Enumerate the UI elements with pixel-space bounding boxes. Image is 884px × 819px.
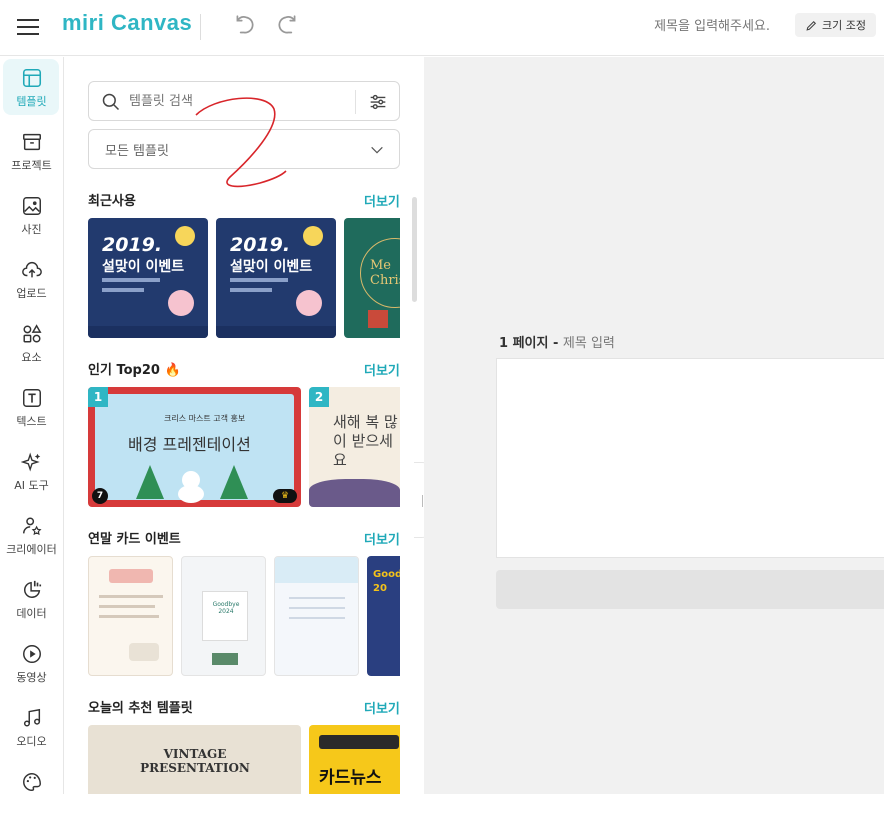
sidebar-item-data[interactable]: 데이터 — [0, 569, 63, 627]
archive-icon — [22, 133, 41, 151]
template-thumb[interactable]: Me Chris — [344, 218, 400, 338]
thumb-title: VINTAGE PRESENTATION — [140, 747, 250, 775]
select-value: 모든 템플릿 — [105, 144, 169, 159]
creator-icon — [22, 517, 42, 536]
more-link-yearend[interactable]: 더보기 — [364, 529, 400, 548]
sidebar-item-text[interactable]: 텍스트 — [0, 377, 63, 435]
elements-icon — [22, 324, 42, 343]
title-input[interactable] — [600, 15, 770, 37]
thumb-year: 2019. — [102, 234, 163, 256]
template-filter-select[interactable]: 모든 템플릿 — [88, 129, 400, 169]
panel-scrollbar[interactable] — [412, 197, 417, 302]
sidebar-item-label: 데이터 — [16, 607, 47, 620]
search-input[interactable] — [129, 91, 349, 111]
template-thumb[interactable]: 2019. 설맞이 이벤트 — [216, 218, 336, 338]
top-bar: miri Canvas 크기 조정 — [0, 0, 884, 56]
thumb-title: 설맞이 이벤트 — [102, 259, 185, 275]
chart-icon — [23, 580, 41, 598]
crown-icon: ♛ — [273, 489, 297, 503]
music-icon — [23, 708, 40, 727]
sidebar-item-elements[interactable]: 요소 — [0, 313, 63, 371]
template-thumb[interactable]: Good 20 — [367, 556, 400, 676]
template-icon — [22, 68, 41, 88]
more-link-recent[interactable]: 더보기 — [364, 191, 400, 210]
more-link-popular[interactable]: 더보기 — [364, 360, 400, 379]
thumb-title: Me Chris — [370, 258, 400, 288]
sidebar-item-label: 요소 — [21, 351, 42, 364]
template-thumb[interactable]: 1 크리스 마스트 고객 홍보 배경 프레젠테이션 7 ♛ — [88, 387, 301, 507]
thumb-title: 설맞이 이벤트 — [230, 259, 313, 275]
chevron-down-icon — [371, 146, 383, 154]
design-page[interactable] — [496, 358, 884, 558]
sidebar-item-project[interactable]: 프로젝트 — [0, 121, 63, 179]
sidebar-item-label: 동영상 — [16, 671, 47, 684]
sidebar-item-label: 템플릿 — [16, 95, 47, 108]
sidebar-item-label: 업로드 — [16, 287, 47, 300]
photo-icon — [22, 197, 41, 215]
template-thumb[interactable]: 2 새해 복 많이 받으세요 — [309, 387, 400, 507]
sidebar-item-label: 크리에이터 — [6, 543, 57, 556]
add-page-button[interactable] — [496, 570, 884, 609]
text-icon — [22, 389, 41, 407]
sidebar: 템플릿 프로젝트 사진 업로드 요소 텍스트 AI 도구 크리에이터 데이터 동… — [0, 57, 64, 794]
sidebar-item-label: 사진 — [21, 223, 42, 236]
divider — [200, 14, 201, 40]
template-thumb[interactable]: 카드뉴스 — [309, 725, 400, 794]
sidebar-item-creator[interactable]: 크리에이터 — [0, 505, 63, 563]
play-icon — [22, 645, 41, 663]
canvas-area: 1 페이지 - 제목 입력 — [424, 57, 884, 794]
pen-icon — [806, 20, 817, 31]
thumb-title: 새해 복 많이 받으세요 — [333, 413, 398, 469]
page-title-input[interactable]: 제목 입력 — [563, 336, 615, 351]
rank-badge: 2 — [309, 387, 329, 407]
sidebar-item-label: 오디오 — [16, 735, 47, 748]
template-thumb[interactable] — [88, 556, 173, 676]
search-icon — [102, 93, 120, 111]
menu-icon[interactable] — [17, 16, 39, 35]
thumb-title: 카드뉴스 — [319, 768, 382, 788]
more-link-today[interactable]: 더보기 — [364, 698, 400, 717]
section-title-recent: 최근사용 — [88, 194, 136, 209]
thumb-title: Goodbye 2024 — [212, 601, 240, 615]
sidebar-item-palette[interactable] — [0, 761, 63, 819]
sidebar-item-ai[interactable]: AI 도구 — [0, 441, 63, 499]
sidebar-item-upload[interactable]: 업로드 — [0, 249, 63, 307]
upload-icon — [21, 262, 42, 278]
page-label: 1 페이지 - 제목 입력 — [499, 332, 615, 351]
thumb-title: Good 20 — [373, 569, 400, 594]
undo-icon[interactable] — [232, 13, 258, 39]
sidebar-item-video[interactable]: 동영상 — [0, 633, 63, 691]
sidebar-item-template[interactable]: 템플릿 — [0, 57, 63, 115]
template-thumb[interactable]: VINTAGE PRESENTATION — [88, 725, 301, 794]
redo-icon[interactable] — [274, 13, 300, 39]
sidebar-item-audio[interactable]: 오디오 — [0, 697, 63, 755]
rank-badge: 1 — [88, 387, 108, 407]
logo[interactable]: miri Canvas — [62, 10, 192, 36]
resize-label: 크기 조정 — [822, 19, 866, 32]
palette-icon — [22, 773, 41, 791]
template-panel: 모든 템플릿 최근사용 더보기 2019. 설맞이 이벤트 2019. 설맞이 … — [64, 57, 424, 794]
thumb-year: 2019. — [230, 234, 291, 256]
section-title-popular: 인기 Top20 🔥 — [88, 363, 181, 378]
divider — [355, 90, 356, 114]
sparkle-icon — [20, 452, 40, 472]
template-thumb[interactable]: Goodbye 2024 — [181, 556, 266, 676]
count-badge: 7 — [92, 488, 108, 504]
thumb-title: 배경 프레젠테이션 — [128, 435, 251, 454]
sidebar-item-label: 프로젝트 — [11, 159, 52, 172]
sidebar-item-label: AI 도구 — [14, 479, 49, 492]
template-thumb[interactable] — [274, 556, 359, 676]
template-thumb[interactable]: 2019. 설맞이 이벤트 — [88, 218, 208, 338]
sidebar-item-label: 텍스트 — [16, 415, 47, 428]
section-title-yearend: 연말 카드 이벤트 — [88, 532, 181, 547]
resize-button[interactable]: 크기 조정 — [795, 13, 876, 37]
filter-icon[interactable] — [367, 91, 389, 113]
section-title-today: 오늘의 추천 템플릿 — [88, 701, 193, 716]
sidebar-item-photo[interactable]: 사진 — [0, 185, 63, 243]
thumb-subtitle: 크리스 마스트 고객 홍보 — [164, 414, 246, 423]
search-box — [88, 81, 400, 121]
page-number: 1 페이지 - — [499, 336, 559, 351]
